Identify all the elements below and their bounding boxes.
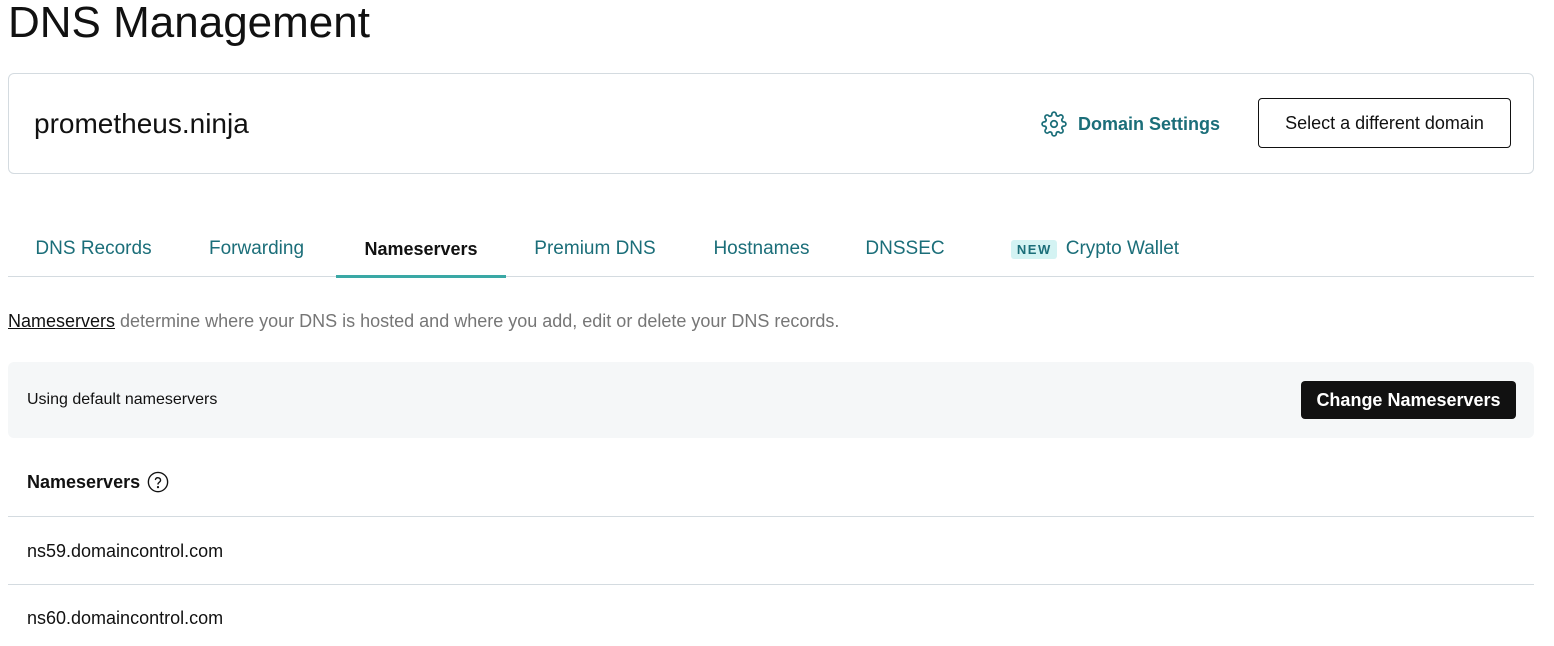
change-nameservers-button[interactable]: Change Nameservers bbox=[1301, 381, 1516, 419]
page-title: DNS Management bbox=[8, 0, 370, 47]
nameserver-status-bar: Using default nameservers Change Nameser… bbox=[8, 362, 1534, 438]
nameserver-row: ns60.domaincontrol.com bbox=[27, 608, 224, 628]
nameservers-help-link[interactable]: Nameservers bbox=[8, 311, 115, 331]
domain-settings-label: Domain Settings bbox=[1078, 114, 1221, 134]
tab-label: DNSSEC bbox=[865, 238, 945, 259]
tab-label: Hostnames bbox=[713, 238, 810, 259]
domain-name: prometheus.ninja bbox=[34, 108, 249, 139]
divider bbox=[8, 516, 1534, 517]
nameserver-row: ns59.domaincontrol.com bbox=[27, 541, 224, 561]
tab-crypto-wallet[interactable]: NEW Crypto Wallet bbox=[971, 222, 1219, 276]
tab-label: Forwarding bbox=[208, 238, 305, 259]
tab-premium-dns[interactable]: Premium DNS bbox=[506, 222, 684, 276]
tab-label: Crypto Wallet bbox=[1065, 238, 1180, 259]
dns-tabs: DNS Records Forwarding Nameservers Premi… bbox=[8, 222, 1534, 278]
nameservers-header: Nameservers bbox=[27, 469, 169, 495]
tab-label: Premium DNS bbox=[534, 238, 656, 259]
tab-forwarding[interactable]: Forwarding bbox=[179, 222, 334, 276]
domain-settings-link[interactable]: Domain Settings bbox=[1041, 110, 1220, 138]
divider bbox=[8, 584, 1534, 585]
new-badge: NEW bbox=[1010, 239, 1057, 259]
help-icon[interactable] bbox=[147, 471, 169, 493]
tab-hostnames[interactable]: Hostnames bbox=[684, 222, 839, 276]
domain-card: prometheus.ninja Domain Settings Select … bbox=[8, 73, 1534, 174]
description-text: determine where your DNS is hosted and w… bbox=[115, 311, 840, 331]
gear-icon bbox=[1041, 111, 1067, 137]
tab-nameservers[interactable]: Nameservers bbox=[336, 222, 506, 278]
select-different-domain-button[interactable]: Select a different domain bbox=[1258, 98, 1511, 148]
tab-dnssec[interactable]: DNSSEC bbox=[839, 222, 971, 276]
tab-label: DNS Records bbox=[35, 238, 152, 259]
tab-label: Nameservers bbox=[364, 238, 478, 259]
nameserver-status-text: Using default nameservers bbox=[27, 391, 218, 408]
tab-dns-records[interactable]: DNS Records bbox=[8, 222, 179, 276]
nameservers-description: Nameservers determine where your DNS is … bbox=[8, 309, 839, 333]
nameservers-header-label: Nameservers bbox=[27, 471, 141, 492]
